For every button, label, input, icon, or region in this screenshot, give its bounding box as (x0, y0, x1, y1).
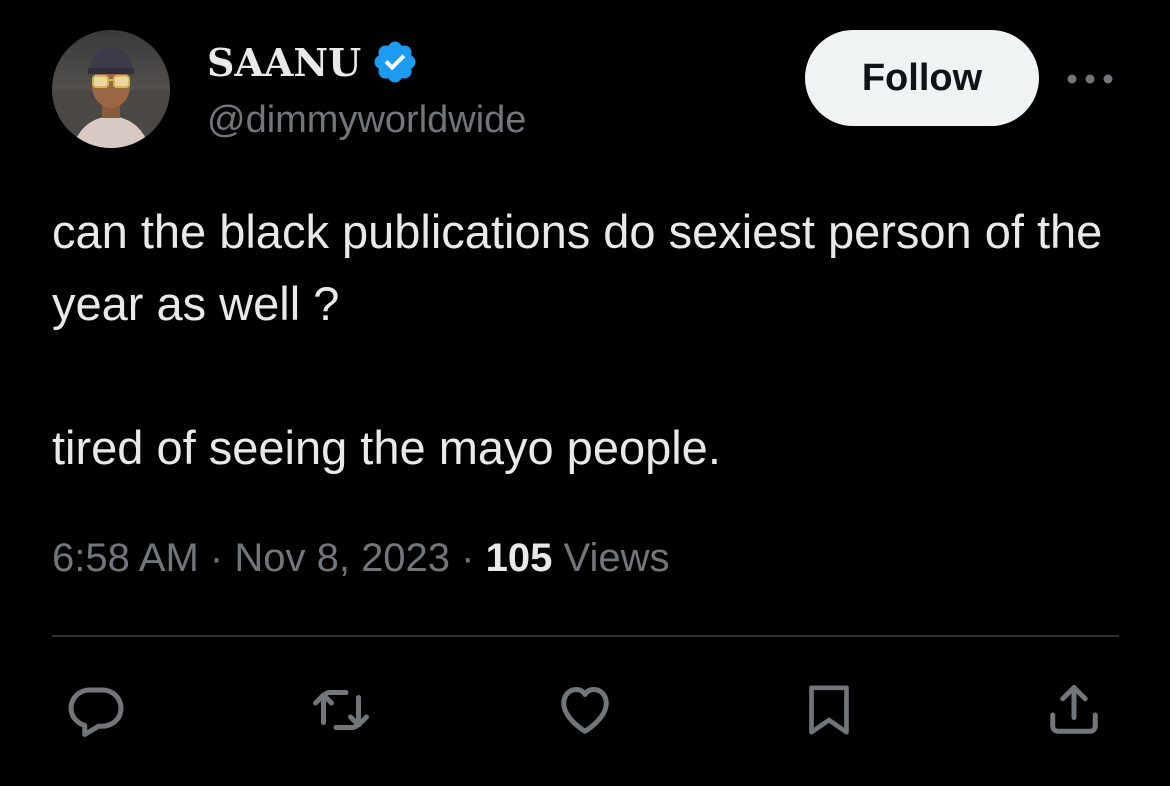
author-name-row[interactable]: SAANU (207, 38, 419, 86)
meta-separator: · (209, 536, 224, 580)
more-horizontal-icon (1067, 74, 1113, 84)
bookmark-icon (809, 685, 849, 735)
share-button[interactable] (1042, 678, 1106, 742)
tweet-meta: 6:58 AM · Nov 8, 2023 · 105 Views (52, 530, 669, 586)
avatar[interactable] (52, 30, 170, 148)
follow-button[interactable]: Follow (805, 30, 1039, 126)
author-handle[interactable]: @dimmyworldwide (207, 96, 526, 144)
tweet-paragraph: tired of seeing the mayo people. (52, 421, 721, 474)
meta-separator: · (461, 536, 475, 580)
share-icon (1050, 685, 1098, 734)
retweet-icon (313, 690, 369, 730)
divider (52, 635, 1119, 637)
views-label: Views (563, 536, 670, 580)
tweet-paragraph: can the black publications do sexiest pe… (52, 205, 1103, 330)
heart-icon (561, 687, 609, 734)
verified-badge-icon (371, 38, 419, 86)
tweet-date[interactable]: Nov 8, 2023 (234, 536, 450, 580)
reply-button[interactable] (64, 678, 128, 742)
tweet-text: can the black publications do sexiest pe… (52, 196, 1122, 484)
views-count: 105 (485, 536, 553, 580)
reply-icon (68, 687, 124, 737)
display-name[interactable]: SAANU (207, 40, 361, 85)
bookmark-button[interactable] (797, 678, 861, 742)
tweet-time[interactable]: 6:58 AM (52, 536, 199, 580)
more-options-button[interactable] (1066, 62, 1114, 96)
retweet-button[interactable] (309, 678, 373, 742)
like-button[interactable] (553, 678, 617, 742)
